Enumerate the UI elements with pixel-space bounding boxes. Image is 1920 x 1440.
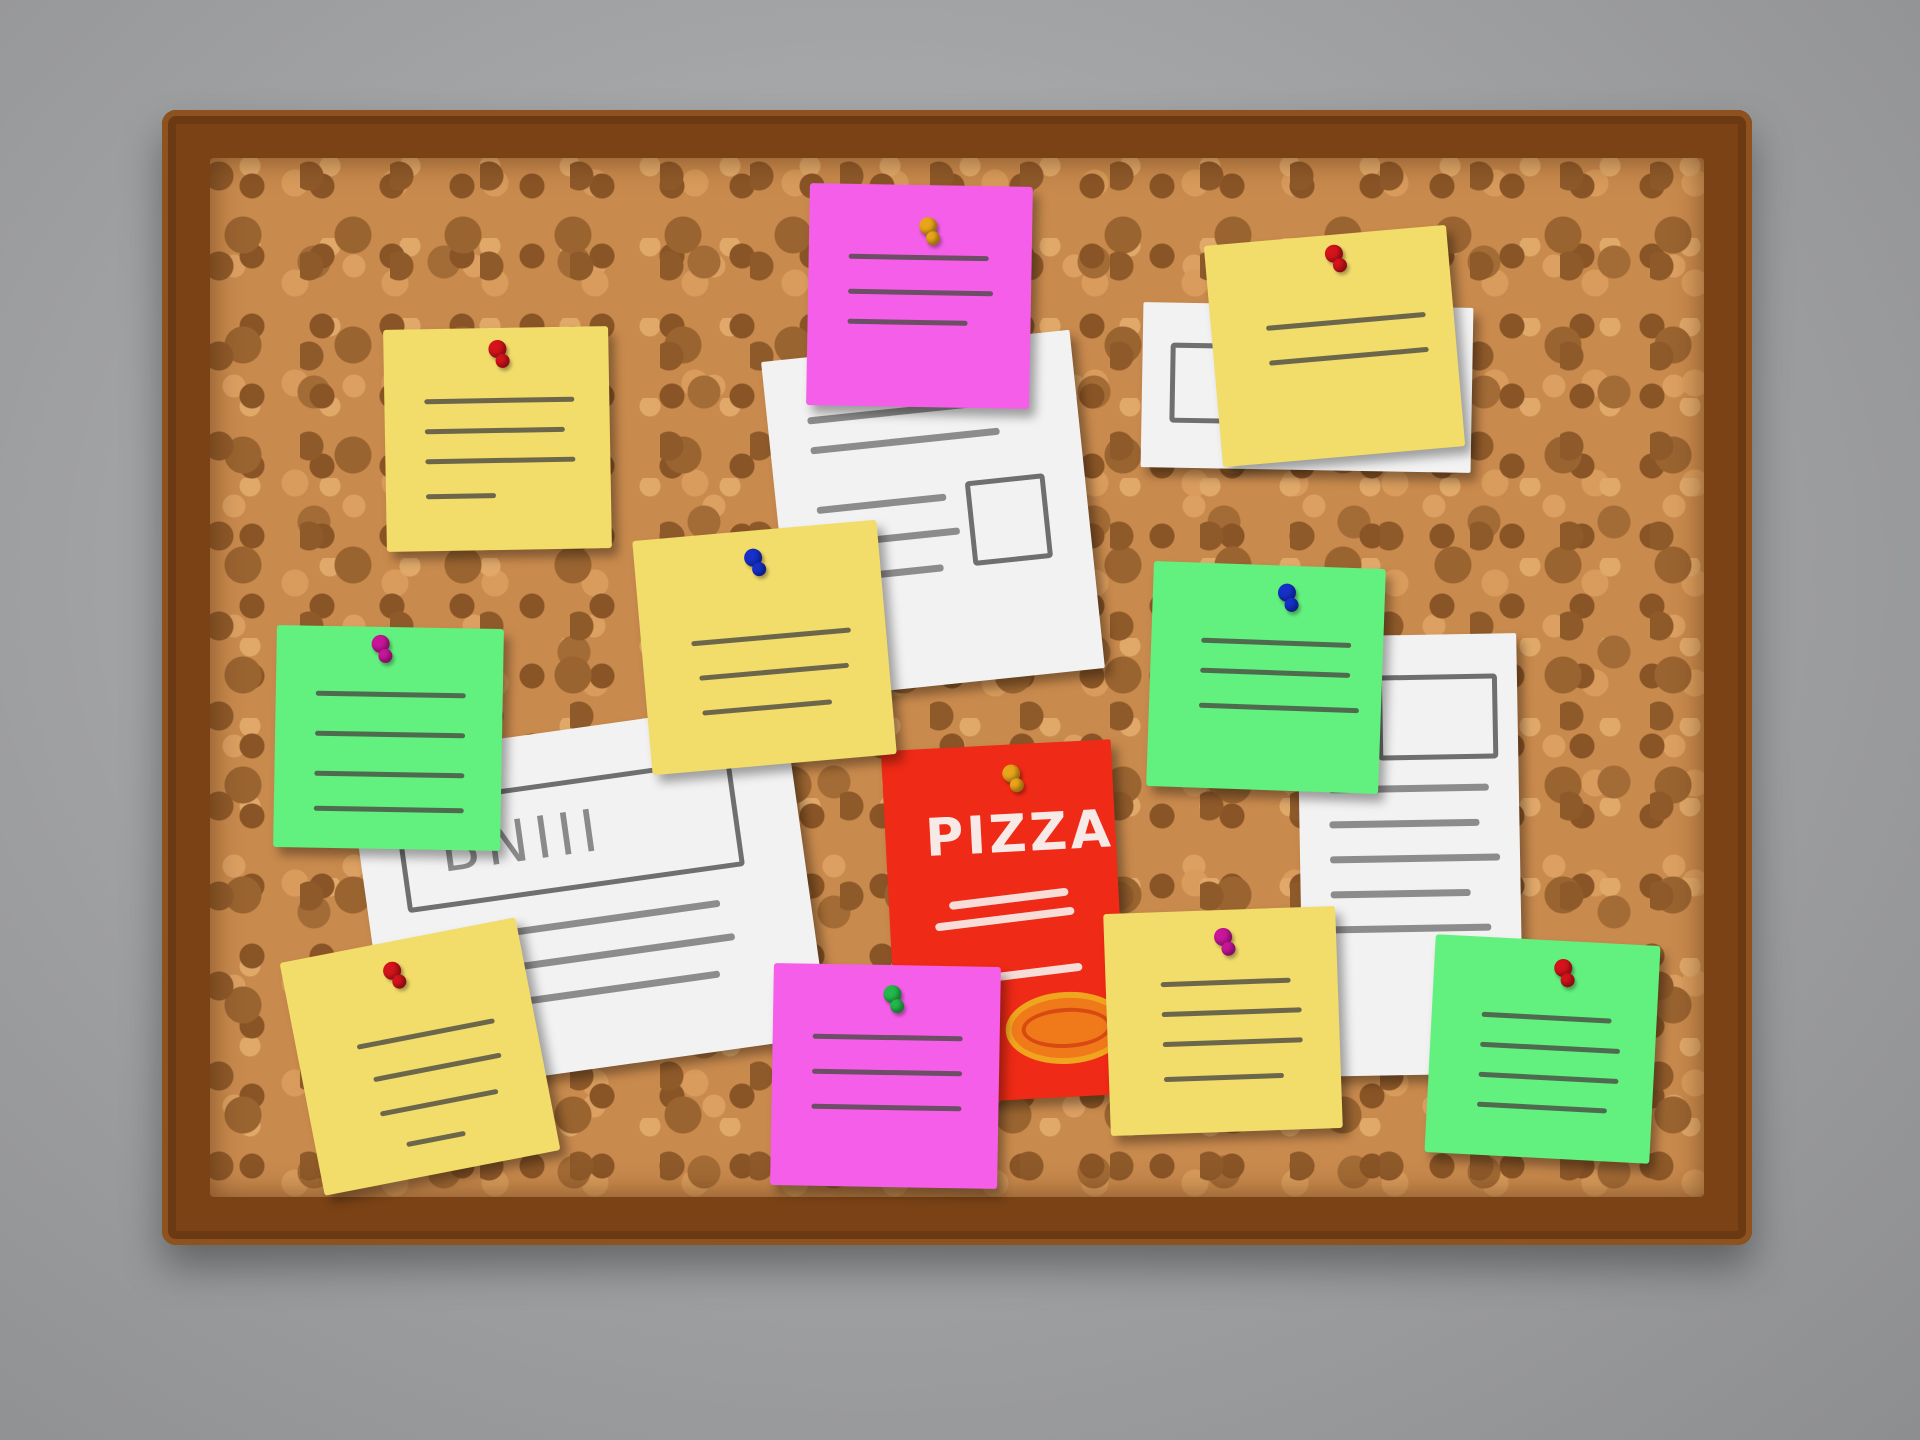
pushpin-icon [381,960,403,982]
pushpin-icon [743,547,763,568]
sticky-note-green-3[interactable] [1424,934,1661,1164]
pushpin-icon [371,634,390,654]
image-placeholder-icon [964,473,1054,567]
pushpin-icon [883,984,902,1004]
sticky-note-yellow-5[interactable] [1103,906,1343,1136]
sticky-note-yellow-2[interactable] [1203,224,1466,468]
sticky-note-yellow-3[interactable] [632,519,897,776]
sticky-note-pink-1[interactable] [806,183,1033,409]
sticky-note-yellow-4[interactable] [279,917,561,1196]
pizza-flyer-title: PIZZA [923,799,1115,870]
sticky-note-green-1[interactable] [273,625,504,851]
pushpin-icon [1213,927,1233,947]
sticky-note-green-2[interactable] [1146,561,1386,794]
pushpin-icon [1001,764,1021,783]
image-placeholder-icon [1376,673,1499,761]
pushpin-icon [488,339,507,359]
pushpin-icon [1324,243,1344,264]
sticky-note-yellow-1[interactable] [383,326,612,552]
sticky-note-pink-2[interactable] [770,963,1001,1189]
pushpin-icon [1553,958,1573,978]
pushpin-icon [919,216,938,236]
pushpin-icon [1277,583,1297,602]
